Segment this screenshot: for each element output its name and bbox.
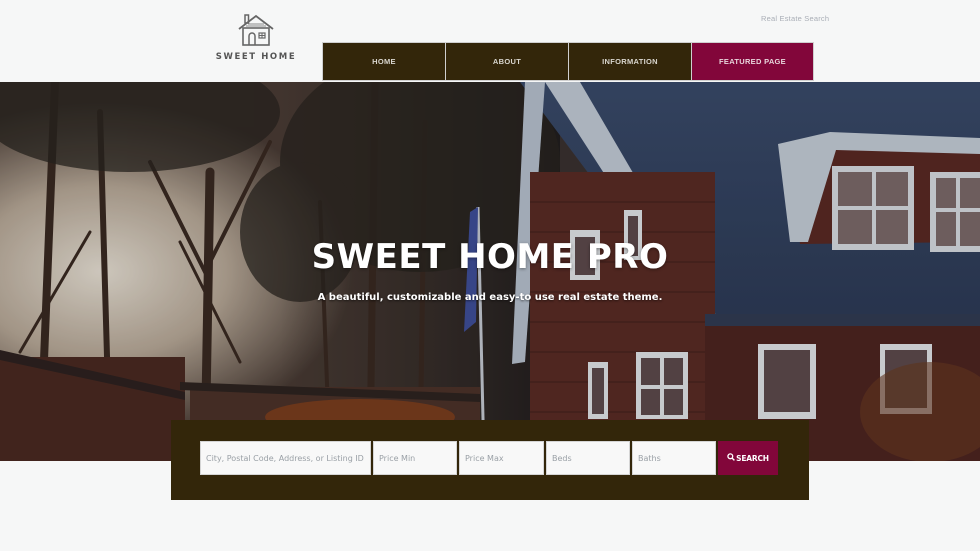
search-button-label: SEARCH: [736, 453, 769, 463]
search-button[interactable]: SEARCH: [718, 441, 778, 475]
main-nav: HOME ABOUT INFORMATION FEATURED PAGE: [322, 42, 814, 81]
hero-subtitle: A beautiful, customizable and easy-to us…: [317, 292, 663, 303]
hero-banner: SWEET HOME PRO A beautiful, customizable…: [0, 82, 980, 461]
house-icon: [214, 12, 298, 46]
beds-input[interactable]: [546, 441, 630, 475]
location-search-input[interactable]: [200, 441, 371, 475]
price-max-input[interactable]: [459, 441, 544, 475]
nav-item-information[interactable]: INFORMATION: [568, 42, 691, 81]
nav-item-home[interactable]: HOME: [322, 42, 445, 81]
search-icon: [727, 453, 736, 463]
real-estate-search-link[interactable]: Real Estate Search: [761, 14, 829, 23]
site-logo[interactable]: SWEET HOME: [214, 12, 298, 68]
nav-item-about[interactable]: ABOUT: [445, 42, 568, 81]
page: SWEET HOME Real Estate Search HOME ABOUT…: [0, 0, 980, 551]
baths-input[interactable]: [632, 441, 716, 475]
price-min-input[interactable]: [373, 441, 457, 475]
site-header: SWEET HOME Real Estate Search HOME ABOUT…: [0, 0, 980, 82]
property-search-form: SEARCH: [171, 420, 809, 500]
site-name: SWEET HOME: [215, 52, 297, 62]
hero-title: SWEET HOME PRO: [311, 237, 669, 277]
nav-item-featured-page[interactable]: FEATURED PAGE: [691, 42, 814, 81]
